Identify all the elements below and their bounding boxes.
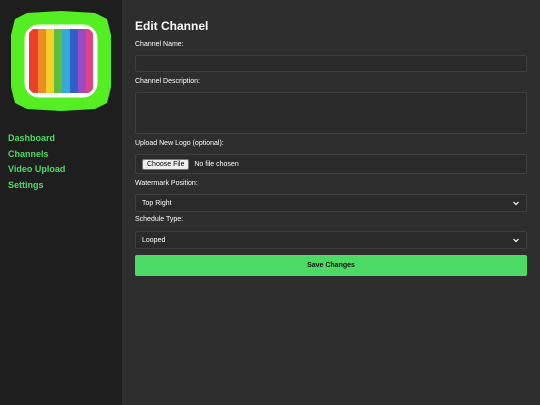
watermark-position-value: Top Right: [142, 199, 172, 207]
choose-file-button[interactable]: Choose File: [142, 158, 190, 170]
logo-upload-label: Upload New Logo (optional):: [135, 140, 224, 147]
channel-name-label: Channel Name:: [135, 41, 184, 48]
chevron-down-icon: [513, 201, 519, 206]
tv-logo-icon: [11, 11, 111, 111]
page-title: Edit Channel: [135, 19, 209, 33]
channel-description-label: Channel Description:: [135, 78, 200, 85]
channel-name-input[interactable]: [135, 55, 527, 72]
watermark-position-label: Watermark Position:: [135, 180, 198, 187]
channel-description-textarea[interactable]: [135, 92, 527, 134]
file-status-text: No file chosen: [194, 160, 239, 168]
watermark-position-select[interactable]: Top Right: [135, 194, 527, 212]
nav-item-settings[interactable]: Settings: [8, 178, 65, 194]
schedule-type-label: Schedule Type:: [135, 216, 184, 223]
nav-item-video-upload[interactable]: Video Upload: [8, 162, 65, 178]
nav-item-channels[interactable]: Channels: [8, 147, 65, 163]
schedule-type-value: Looped: [142, 236, 166, 244]
schedule-type-select[interactable]: Looped: [135, 231, 527, 249]
sidebar: Dashboard Channels Video Upload Settings: [0, 0, 122, 405]
nav-item-dashboard[interactable]: Dashboard: [8, 131, 65, 147]
chevron-down-icon: [513, 238, 519, 243]
logo-file-input: Choose File No file chosen: [135, 154, 527, 174]
save-changes-button[interactable]: Save Changes: [135, 255, 527, 276]
sidebar-nav: Dashboard Channels Video Upload Settings: [8, 131, 65, 193]
